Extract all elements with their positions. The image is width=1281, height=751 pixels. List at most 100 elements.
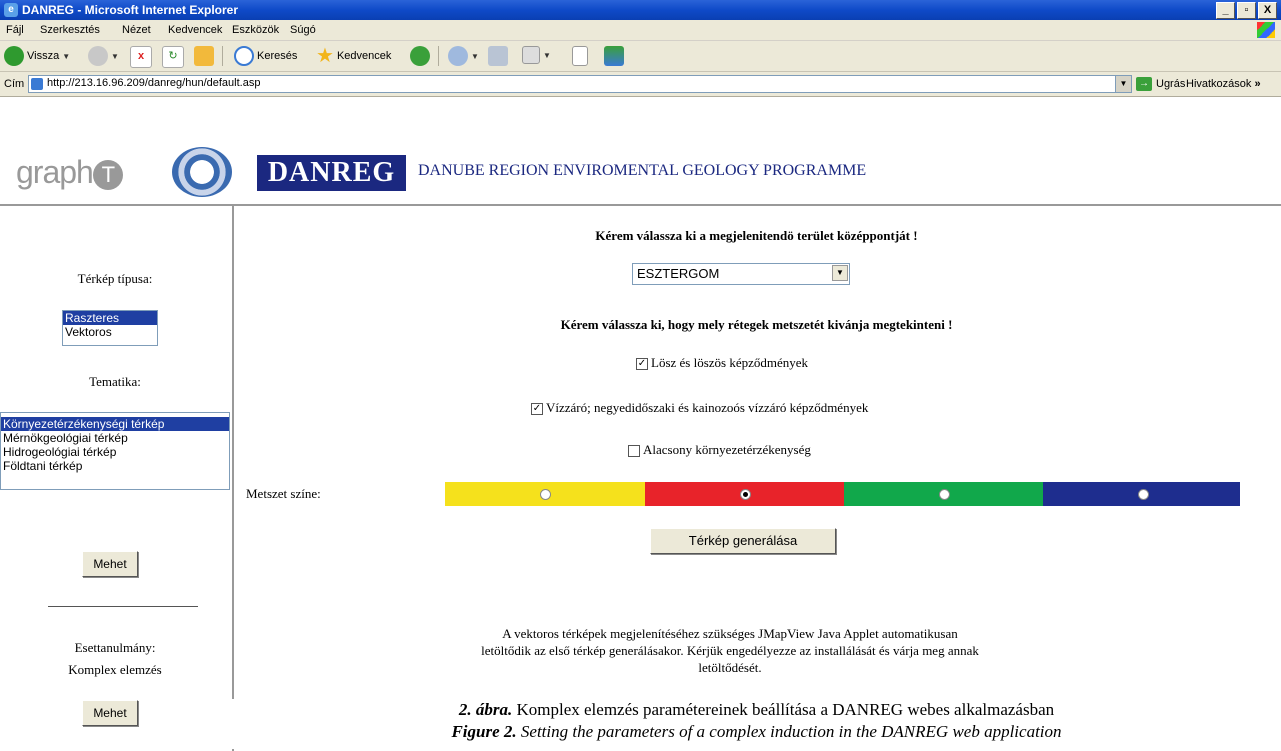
map-type-option[interactable]: Vektoros <box>63 325 157 339</box>
go-button[interactable]: → Ugrás <box>1136 77 1185 91</box>
color-radio[interactable] <box>540 489 551 500</box>
chevron-down-icon[interactable]: ▼ <box>832 265 848 281</box>
discuss-button[interactable] <box>572 46 588 66</box>
menu-help[interactable]: Súgó <box>290 24 316 36</box>
address-bar: Cím http://213.16.96.209/danreg/hun/defa… <box>0 72 1281 97</box>
favorites-label: Kedvencek <box>336 50 392 62</box>
search-label: Keresés <box>257 50 298 62</box>
generate-map-button[interactable]: Térkép generálása <box>650 528 836 554</box>
stop-icon: x <box>130 46 152 68</box>
caption-hu-text: Komplex elemzés paramétereinek beállítás… <box>512 700 1055 719</box>
messenger-button[interactable] <box>604 46 624 66</box>
caption-en-text: Setting the parameters of a complex indu… <box>516 722 1062 741</box>
window-controls: _ ▫ X <box>1216 2 1277 19</box>
home-button[interactable] <box>194 46 214 66</box>
go-arrow-icon: → <box>1136 77 1152 91</box>
page-icon <box>31 78 43 90</box>
thematic-option[interactable]: Földtani térkép <box>1 459 229 473</box>
history-button[interactable] <box>410 46 430 66</box>
toolbar-separator <box>438 46 439 66</box>
back-button[interactable]: Vissza ▼ <box>4 46 70 66</box>
address-dropdown-button[interactable]: ▼ <box>1115 76 1131 92</box>
toolbar-separator <box>222 46 223 66</box>
layers-prompt: Kérem válassza ki, hogy mely rétegek met… <box>560 317 953 332</box>
map-type-listbox[interactable]: Raszteres Vektoros <box>62 310 158 346</box>
window-titlebar: e DANREG - Microsoft Internet Explorer _… <box>0 0 1281 20</box>
menu-bar: Fájl Szerkesztés Nézet Kedvencek Eszközö… <box>0 20 1281 41</box>
color-option-blue[interactable] <box>1043 482 1240 506</box>
sidebar: Térkép típusa: Raszteres Vektoros Temati… <box>0 204 234 751</box>
figure-caption: 2. ábra. Komplex elemzés paramétereinek … <box>232 699 1281 749</box>
thematic-listbox[interactable]: Környezetérzékenységi térkép Mérnökgeoló… <box>0 412 230 490</box>
institute-seal-icon <box>172 147 232 197</box>
color-option-green[interactable] <box>844 482 1043 506</box>
applet-note: A vektoros térképek megjelenítéséhez szü… <box>360 625 1100 676</box>
color-radio[interactable] <box>740 489 751 500</box>
close-button[interactable]: X <box>1258 2 1277 19</box>
edit-button[interactable]: ▼ <box>522 46 551 64</box>
menu-edit[interactable]: Szerkesztés <box>40 24 100 36</box>
thematic-option[interactable]: Környezetérzékenységi térkép <box>1 417 229 431</box>
caption-english: Figure 2. Setting the parameters of a co… <box>232 721 1281 743</box>
print-button[interactable] <box>488 46 508 66</box>
links-button[interactable]: Hivatkozások » <box>1186 78 1261 90</box>
layer-checkbox[interactable]: ✓ <box>531 403 543 416</box>
history-icon <box>410 46 430 66</box>
chevron-down-icon: ▼ <box>62 51 71 61</box>
back-arrow-icon <box>4 46 24 66</box>
layer-label: Alacsony környezetérzékenység <box>643 442 811 457</box>
danreg-logo: DANREG <box>257 155 406 191</box>
menu-favorites[interactable]: Kedvencek <box>168 24 222 36</box>
mail-button[interactable]: ▼ <box>448 46 479 66</box>
center-select-value: ESZTERGOM <box>637 266 720 281</box>
sidebar-divider <box>48 606 198 607</box>
graphit-logo-text: graph <box>16 154 94 190</box>
case-study-label: Esettanulmány: <box>74 640 156 655</box>
color-label: Metszet színe: <box>246 486 321 501</box>
menu-view[interactable]: Nézet <box>122 24 151 36</box>
chevron-down-icon: ▼ <box>543 50 551 60</box>
page-header: graph T DANREG DANUBE REGION ENVIROMENTAL… <box>0 122 1281 202</box>
star-icon: ★ <box>316 45 334 67</box>
applet-note-line: letöltődését. <box>698 660 762 675</box>
search-icon <box>234 46 254 66</box>
favorites-button[interactable]: ★ Kedvencek <box>316 46 391 66</box>
forward-button[interactable]: ▼ <box>88 46 119 66</box>
color-option-red[interactable] <box>645 482 844 506</box>
color-radio[interactable] <box>939 489 950 500</box>
mail-icon <box>448 46 468 66</box>
maximize-button[interactable]: ▫ <box>1237 2 1256 19</box>
danreg-subtitle: DANUBE REGION ENVIROMENTAL GEOLOGY PROGR… <box>418 162 867 179</box>
toolbar: Vissza ▼ ▼ x ↻ Keresés ★ Kedvencek ▼ ▼ <box>0 41 1281 72</box>
color-radio[interactable] <box>1138 489 1149 500</box>
go-label: Ugrás <box>1156 78 1186 90</box>
windows-logo-icon <box>1257 22 1275 38</box>
window-title: DANREG - Microsoft Internet Explorer <box>22 3 239 17</box>
refresh-button[interactable]: ↻ <box>162 46 184 68</box>
caption-hu-lead: 2. ábra. <box>458 700 513 719</box>
go-button-case-study[interactable]: Mehet <box>82 700 138 726</box>
layer-label: Vízzáró; negyedidőszaki és kainozoós víz… <box>546 400 869 415</box>
center-select[interactable]: ESZTERGOM ▼ <box>632 263 850 285</box>
back-label: Vissza <box>27 50 60 62</box>
edit-icon <box>522 46 540 64</box>
caption-en-lead: Figure 2. <box>451 722 517 741</box>
thematic-option[interactable]: Mérnökgeológiai térkép <box>1 431 229 445</box>
go-button-map[interactable]: Mehet <box>82 551 138 577</box>
thematic-option[interactable]: Hidrogeológiai térkép <box>1 445 229 459</box>
graphit-logo-t: T <box>92 159 123 190</box>
caption-hungarian: 2. ábra. Komplex elemzés paramétereinek … <box>232 699 1281 721</box>
menu-tools[interactable]: Eszközök <box>232 24 279 36</box>
color-option-yellow[interactable] <box>445 482 645 506</box>
layer-label: Lösz és löszös képződmények <box>651 355 809 370</box>
minimize-button[interactable]: _ <box>1216 2 1235 19</box>
content-border <box>232 204 1281 206</box>
applet-note-line: A vektoros térképek megjelenítéséhez szü… <box>502 626 958 641</box>
search-button[interactable]: Keresés <box>234 46 297 66</box>
address-input[interactable]: http://213.16.96.209/danreg/hun/default.… <box>28 75 1132 93</box>
stop-button[interactable]: x <box>130 46 152 68</box>
menu-file[interactable]: Fájl <box>6 24 24 36</box>
layer-checkbox[interactable]: ✓ <box>636 358 648 371</box>
map-type-option[interactable]: Raszteres <box>63 311 157 325</box>
layer-checkbox[interactable] <box>628 445 640 458</box>
